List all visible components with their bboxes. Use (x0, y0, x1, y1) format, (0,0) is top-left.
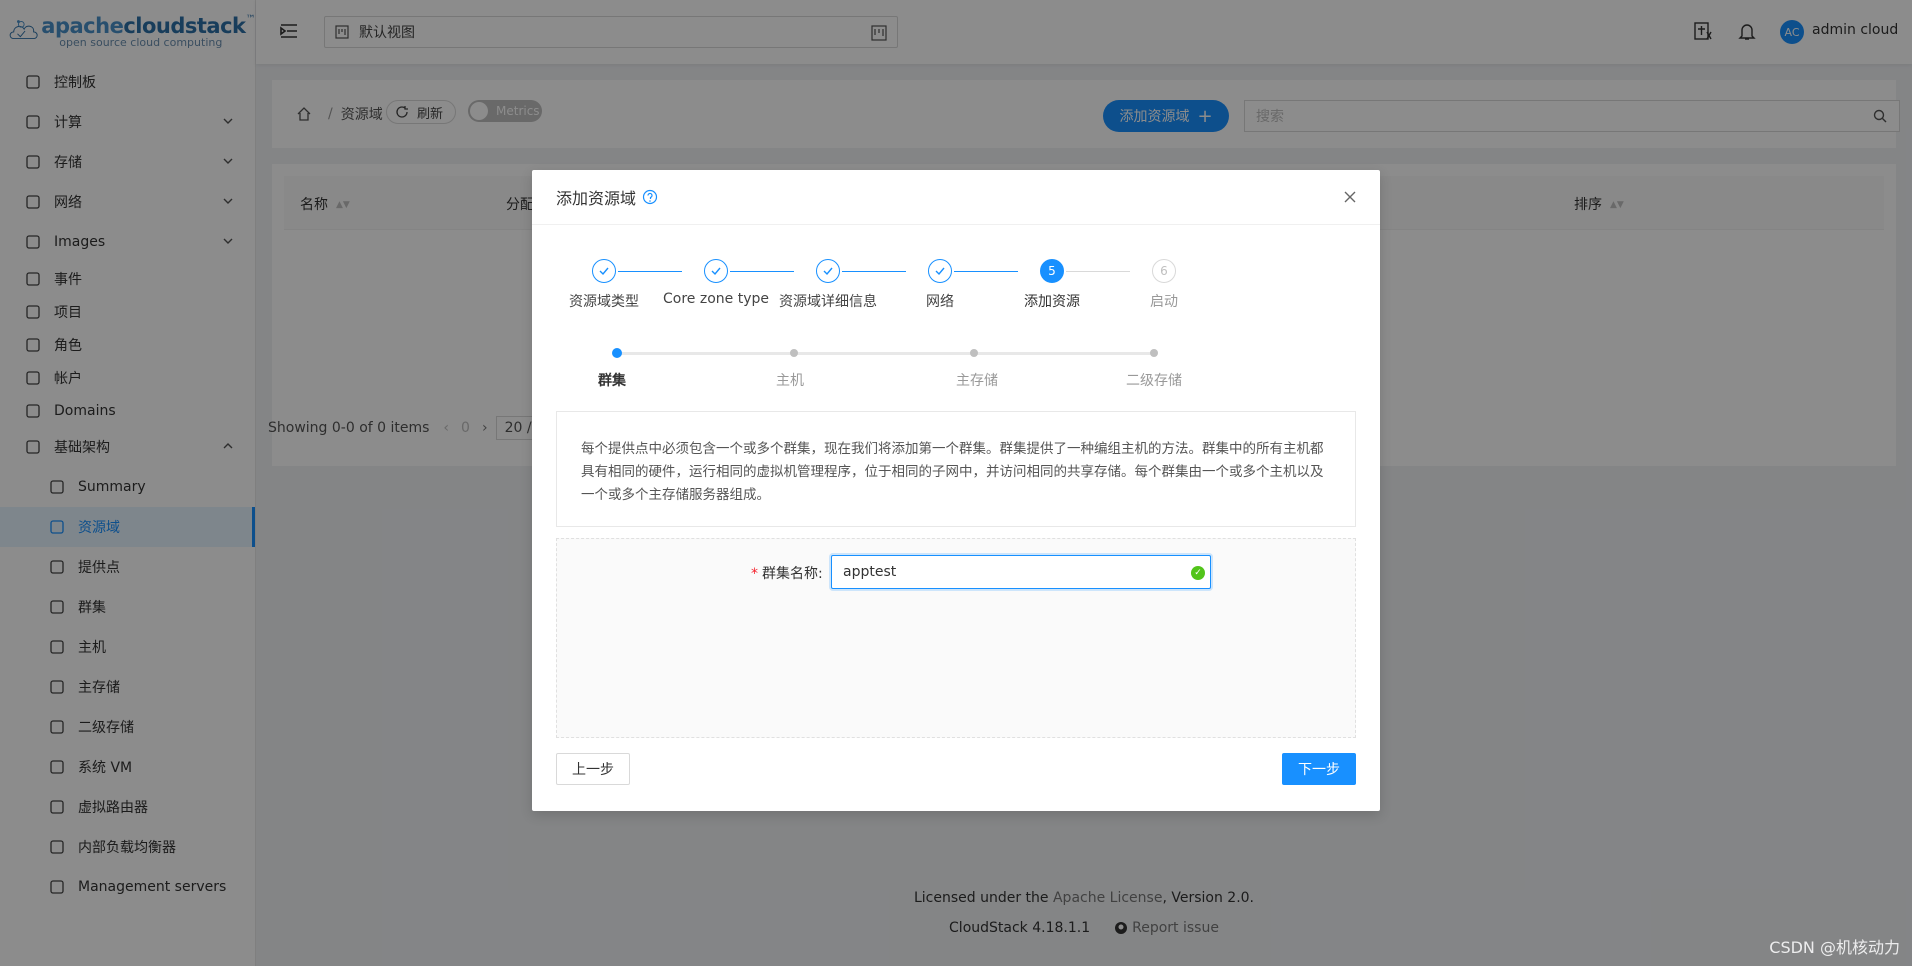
check-icon (823, 267, 833, 276)
substep-label: 二级存储 (1126, 373, 1182, 389)
substep-dot (612, 348, 622, 358)
substep-label: 主机 (776, 373, 804, 389)
substep-label: 群集 (598, 373, 626, 389)
previous-button[interactable]: 上一步 (556, 753, 630, 785)
question-circle-icon[interactable] (642, 189, 658, 205)
add-zone-modal: 添加资源域 资源域类型 Core zone type 资源域详细信息 网络 5 添加资源 6… (532, 170, 1380, 811)
step-title: 启动 (1150, 294, 1178, 310)
step-indicator: 5 (1040, 259, 1064, 283)
step-indicator (928, 259, 952, 283)
close-icon[interactable] (1342, 189, 1358, 205)
check-circle-icon: ✓ (1191, 566, 1205, 580)
resource-substeps: 群集 主机 主存储 二级存储 (556, 348, 1356, 389)
check-icon (935, 267, 945, 276)
substep-dot (970, 349, 978, 357)
check-icon (599, 267, 609, 276)
step-indicator (816, 259, 840, 283)
next-button[interactable]: 下一步 (1282, 753, 1356, 785)
step-indicator (592, 259, 616, 283)
modal-title: 添加资源域 (556, 189, 637, 208)
required-mark: * (751, 566, 758, 582)
check-icon (711, 267, 721, 276)
substep-dot (790, 349, 798, 357)
step-indicator (704, 259, 728, 283)
cluster-form: *群集名称: ✓ (556, 538, 1356, 738)
wizard-steps: 资源域类型 Core zone type 资源域详细信息 网络 5 添加资源 6 启动 (556, 259, 1356, 319)
substep-label: 主存储 (956, 373, 998, 389)
step-description: 每个提供点中必须包含一个或多个群集，现在我们将添加第一个群集。群集提供了一种编组… (556, 411, 1356, 527)
cluster-name-input[interactable] (831, 555, 1211, 589)
modal-header: 添加资源域 (532, 170, 1380, 225)
substep-dot (1150, 349, 1158, 357)
step-indicator: 6 (1152, 259, 1176, 283)
wizard-step-5: 6 启动 (1094, 259, 1234, 311)
cluster-name-label: * 群集名称: (751, 566, 823, 582)
substep-track (616, 352, 1154, 355)
watermark: CSDN @机核动力 (1769, 938, 1900, 957)
